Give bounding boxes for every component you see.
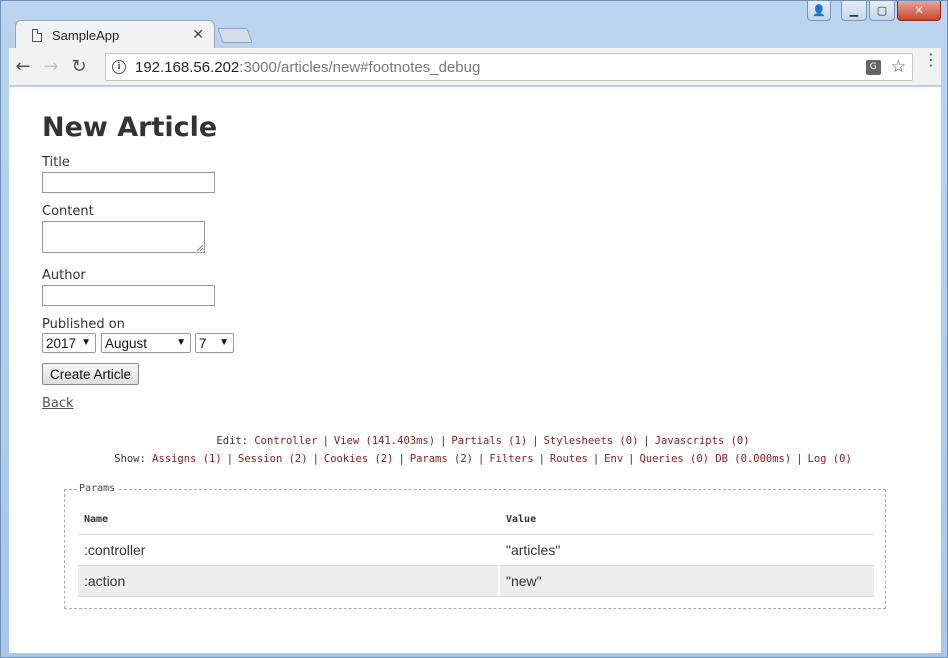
debug-link-log[interactable]: Log (0)	[808, 453, 852, 465]
chevron-down-icon: ▼	[219, 337, 229, 348]
debug-link-session[interactable]: Session (2)	[238, 453, 308, 465]
tab-close-icon[interactable]: ✕	[192, 27, 204, 43]
debug-link-filters[interactable]: Filters	[489, 453, 533, 465]
table-header: Name Value	[78, 504, 874, 535]
param-name: :controller	[78, 535, 500, 565]
author-label: Author	[42, 268, 86, 283]
new-tab-button[interactable]	[217, 28, 253, 43]
bookmark-star-icon[interactable]: ☆	[891, 57, 906, 77]
content-textarea[interactable]	[42, 221, 205, 253]
debug-link-queries[interactable]: Queries (0) DB (0.000ms)	[639, 453, 791, 465]
browser-tab[interactable]: SampleApp ✕	[15, 20, 215, 49]
browser-toolbar: ← → ↻ i 192.168.56.202:3000/articles/new…	[9, 48, 941, 86]
edit-label: Edit:	[216, 435, 249, 447]
back-link[interactable]: Back	[42, 396, 74, 411]
info-icon[interactable]: i	[112, 60, 126, 74]
title-label: Title	[42, 155, 70, 170]
debug-link-cookies[interactable]: Cookies (2)	[324, 453, 394, 465]
address-bar[interactable]: i 192.168.56.202:3000/articles/new#footn…	[105, 53, 913, 81]
browser-window: 👤 ▁ ▢ ✕ SampleApp ✕ ← → ↻ i 192.168.56.2…	[0, 0, 948, 658]
back-arrow-icon[interactable]: ←	[9, 56, 37, 77]
debug-link-params[interactable]: Params (2)	[410, 453, 473, 465]
forward-arrow-icon[interactable]: →	[37, 56, 65, 77]
create-article-button[interactable]: Create Article	[42, 363, 139, 385]
debug-link-assigns[interactable]: Assigns (1)	[152, 453, 222, 465]
debug-link-routes[interactable]: Routes	[550, 453, 588, 465]
title-input[interactable]	[42, 172, 215, 193]
day-select[interactable]: 7 ▼	[195, 333, 234, 353]
params-panel: Params Name Value :controller "articles"…	[64, 483, 886, 609]
debug-link-stylesheets[interactable]: Stylesheets (0)	[544, 435, 639, 447]
author-input[interactable]	[42, 285, 215, 306]
day-value: 7	[199, 335, 207, 351]
debug-link-partials[interactable]: Partials (1)	[451, 435, 527, 447]
published-label: Published on	[42, 317, 125, 332]
debug-link-env[interactable]: Env	[604, 453, 623, 465]
param-name: :action	[78, 566, 500, 596]
reload-icon[interactable]: ↻	[65, 56, 93, 77]
url-path: :3000/articles/new#footnotes_debug	[239, 58, 481, 76]
month-value: August	[105, 335, 148, 351]
value-column-header: Value	[506, 513, 537, 525]
document-icon	[32, 28, 42, 42]
param-value: "new"	[506, 573, 542, 589]
user-icon[interactable]: 👤	[807, 1, 831, 21]
table-row: :action "new"	[78, 566, 874, 597]
close-window-button[interactable]: ✕	[897, 1, 941, 21]
year-select[interactable]: 2017 ▼	[42, 333, 96, 353]
debug-link-javascripts[interactable]: Javascripts (0)	[655, 435, 750, 447]
minimize-button[interactable]: ▁	[841, 1, 867, 21]
url-host: 192.168.56.202	[135, 58, 240, 76]
tab-title: SampleApp	[52, 27, 120, 43]
params-legend: Params	[77, 483, 118, 494]
content-label: Content	[42, 204, 94, 219]
window-controls: 👤 ▁ ▢ ✕	[807, 1, 941, 21]
param-value: "articles"	[506, 542, 561, 558]
name-column-header: Name	[78, 504, 500, 534]
url-text[interactable]: 192.168.56.202:3000/articles/new#footnot…	[135, 59, 866, 76]
show-label: Show:	[114, 453, 146, 465]
year-value: 2017	[46, 335, 77, 351]
params-table: Name Value :controller "articles" :actio…	[78, 504, 874, 597]
chevron-down-icon: ▼	[81, 337, 91, 348]
table-row: :controller "articles"	[78, 535, 874, 566]
maximize-button[interactable]: ▢	[869, 1, 895, 21]
debug-edit-bar: Edit: Controller | View (141.403ms) | Partia…	[216, 435, 750, 447]
debug-link-view[interactable]: View (141.403ms)	[334, 435, 435, 447]
month-select[interactable]: August ▼	[101, 333, 191, 353]
chevron-down-icon: ▼	[176, 337, 186, 348]
translate-icon[interactable]: G	[865, 59, 881, 75]
menu-icon[interactable]: ⋮	[923, 52, 939, 68]
debug-show-bar: Show: Assigns (1) | Session (2) | Cookies (2…	[114, 453, 852, 465]
debug-link-controller[interactable]: Controller	[254, 435, 317, 447]
page-title: New Article	[42, 112, 218, 143]
